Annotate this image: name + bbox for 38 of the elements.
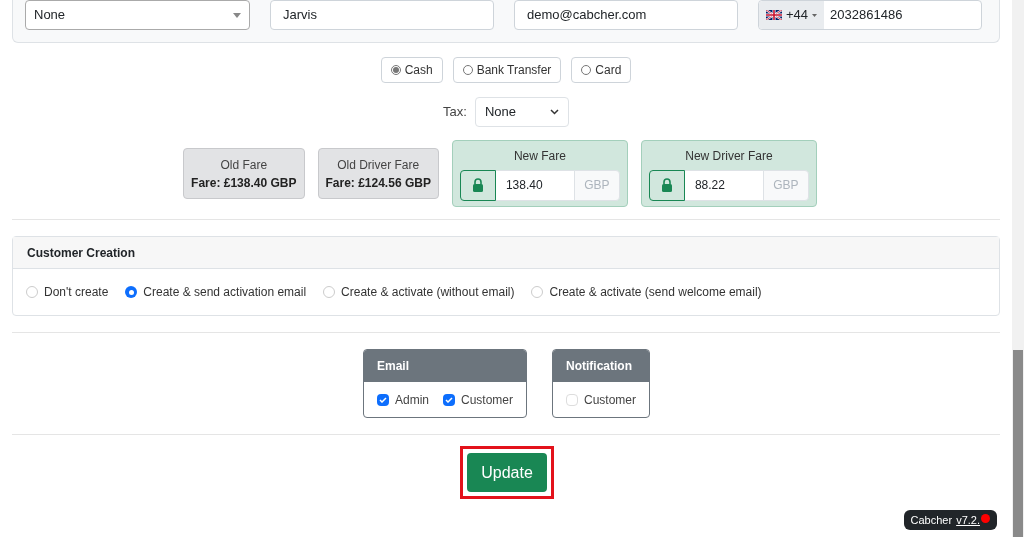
fare-value: Fare: £124.56 GBP	[325, 174, 431, 192]
fare-title: Old Fare	[220, 156, 268, 174]
name-field[interactable]: Jarvis	[270, 0, 494, 30]
creation-option[interactable]: Create & activate (without email)	[323, 283, 515, 301]
lock-icon	[471, 178, 484, 192]
lock-icon	[660, 178, 673, 192]
creation-option[interactable]: Create & activate (send welcome email)	[531, 283, 762, 301]
currency-addon: GBP	[573, 169, 620, 201]
currency-addon: GBP	[762, 169, 809, 201]
fare-input[interactable]: 88.22	[684, 169, 763, 201]
app-name: Cabcher	[910, 512, 953, 528]
fare-title: New Driver Fare	[685, 147, 773, 165]
tax-select[interactable]: None	[474, 97, 569, 127]
update-button[interactable]: Update	[467, 453, 547, 492]
creation-option[interactable]: Create & send activation email	[125, 283, 307, 301]
tax-label: Tax:	[443, 103, 467, 122]
fare-title: New Fare	[513, 147, 566, 165]
scrollbar-thumb[interactable]	[1013, 350, 1023, 537]
card-title: Customer Creation	[27, 244, 136, 262]
checkbox-option[interactable]: Customer	[566, 390, 636, 409]
fare-value: Fare: £138.40 GBP	[191, 174, 297, 192]
chevron-down-icon	[549, 109, 559, 115]
group-title: Notification	[566, 358, 632, 375]
creation-option[interactable]: Don't create	[26, 283, 109, 301]
lock-button[interactable]	[648, 169, 685, 201]
payment-option[interactable]: Cash	[380, 57, 443, 83]
lock-button[interactable]	[459, 169, 496, 201]
group-title: Email	[376, 358, 409, 375]
payment-option[interactable]: Bank Transfer	[452, 57, 562, 83]
fare-title: Old Driver Fare	[337, 156, 420, 174]
account-select[interactable]: None	[25, 0, 250, 30]
caret-icon	[233, 12, 241, 18]
payment-option[interactable]: Card	[571, 57, 632, 83]
fare-input[interactable]: 138.40	[495, 169, 574, 201]
checkbox-option[interactable]: Admin	[376, 390, 429, 409]
version-link[interactable]: v7.2.	[956, 511, 980, 529]
checkbox-option[interactable]: Customer	[443, 390, 513, 409]
email-field[interactable]: demo@cabcher.com	[514, 0, 738, 30]
